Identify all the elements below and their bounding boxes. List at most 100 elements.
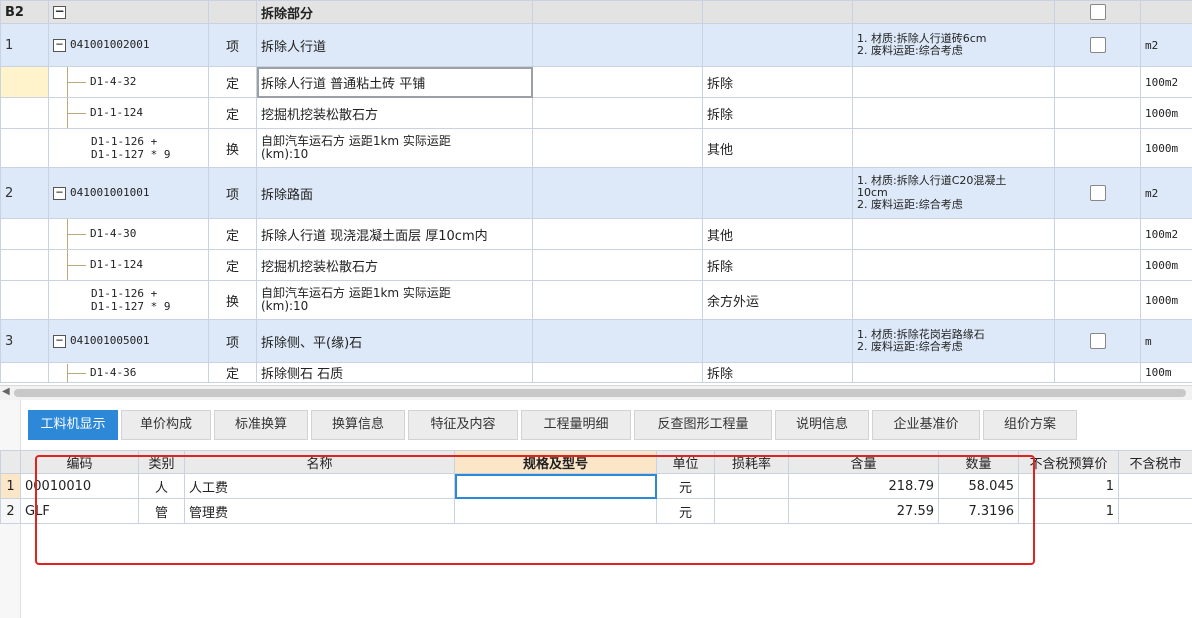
tab-quantity-detail[interactable]: 工程量明细 <box>521 410 631 440</box>
quota-unit: 100m2 <box>1140 218 1192 250</box>
tab-graphic-quantity[interactable]: 反查图形工程量 <box>634 410 772 440</box>
table-row[interactable]: 3 −041001005001 项 拆除侧、平(缘)石 1. 材质:拆除花岗岩路… <box>0 319 1192 363</box>
item-features: 1. 材质:拆除花岗岩路缘石 2. 废料运距:综合考虑 <box>852 319 1055 363</box>
item-type: 项 <box>208 23 257 67</box>
quota-name: 挖掘机挖装松散石方 <box>256 249 533 281</box>
tab-standard-conversion[interactable]: 标准换算 <box>214 410 308 440</box>
quota-unit: 100m <box>1140 362 1192 383</box>
col-name[interactable]: 名称 <box>184 450 455 474</box>
col-market-price[interactable]: 不含税市 <box>1118 450 1192 474</box>
quota-unit: 100m2 <box>1140 66 1192 98</box>
resource-budget-price[interactable]: 1 <box>1018 498 1119 524</box>
resource-category[interactable]: 人 <box>138 473 185 499</box>
tab-conversion-info[interactable]: 换算信息 <box>311 410 405 440</box>
collapse-icon[interactable]: − <box>53 38 66 52</box>
resource-name[interactable]: 人工费 <box>184 473 455 499</box>
quota-type: 定 <box>208 97 257 129</box>
item-features: 1. 材质:拆除人行道C20混凝土 10cm 2. 废料运距:综合考虑 <box>852 167 1055 219</box>
row-index: 2 <box>0 498 21 524</box>
quota-code: D1-1-124 <box>90 258 143 271</box>
checkbox[interactable] <box>1089 333 1106 349</box>
table-row[interactable]: D1-1-126 + D1-1-127 * 9 换 自卸汽车运石方 运距1km 实… <box>0 280 1192 320</box>
checkbox[interactable] <box>1089 37 1106 53</box>
resource-code[interactable]: GLF <box>20 498 139 524</box>
table-row[interactable]: D1-1-124 定 挖掘机挖装松散石方 拆除 1000m <box>0 97 1192 129</box>
section-row[interactable]: B2 − 拆除部分 <box>0 0 1192 24</box>
tab-enterprise-price[interactable]: 企业基准价 <box>872 410 980 440</box>
spec-input[interactable] <box>454 498 657 524</box>
item-type: 项 <box>208 319 257 363</box>
horizontal-scrollbar[interactable]: ◀ <box>0 385 1192 400</box>
quota-category: 拆除 <box>702 249 853 281</box>
checkbox[interactable] <box>1089 4 1106 20</box>
feature-line: 2. 废料运距:综合考虑 <box>857 44 963 57</box>
col-quantity[interactable]: 数量 <box>938 450 1019 474</box>
resource-unit[interactable]: 元 <box>656 498 715 524</box>
quota-category: 拆除 <box>702 66 853 98</box>
resource-name[interactable]: 管理费 <box>184 498 455 524</box>
resource-loss-rate[interactable] <box>714 473 789 499</box>
resource-code[interactable]: 00010010 <box>20 473 139 499</box>
table-row[interactable]: D1-1-124 定 挖掘机挖装松散石方 拆除 1000m <box>0 249 1192 281</box>
resource-market-price[interactable] <box>1118 498 1192 524</box>
col-category[interactable]: 类别 <box>138 450 185 474</box>
resource-quantity[interactable]: 7.3196 <box>938 498 1019 524</box>
col-spec[interactable]: 规格及型号 <box>454 450 657 474</box>
col-code[interactable]: 编码 <box>20 450 139 474</box>
quota-code: D1-4-36 <box>90 365 137 379</box>
quota-unit: 1000m <box>1140 249 1192 281</box>
tab-pricing-plan[interactable]: 组价方案 <box>983 410 1077 440</box>
quota-name[interactable]: 拆除人行道 普通粘土砖 平铺 <box>256 66 533 98</box>
resource-unit[interactable]: 元 <box>656 473 715 499</box>
tab-features[interactable]: 特征及内容 <box>408 410 518 440</box>
quota-name: 自卸汽车运石方 运距1km 实际运距 (km):10 <box>256 280 533 320</box>
checkbox[interactable] <box>1089 185 1106 201</box>
resource-loss-rate[interactable] <box>714 498 789 524</box>
resource-market-price[interactable] <box>1118 473 1192 499</box>
tab-labor-material[interactable]: 工料机显示 <box>28 410 118 440</box>
table-row[interactable]: 1 −041001002001 项 拆除人行道 1. 材质:拆除人行道砖6cm 2… <box>0 23 1192 67</box>
quota-type: 定 <box>208 362 257 383</box>
collapse-icon[interactable]: − <box>53 186 66 200</box>
section-id: B2 <box>5 4 24 20</box>
collapse-icon[interactable]: − <box>53 334 66 348</box>
item-unit: m2 <box>1140 23 1192 67</box>
collapse-icon[interactable]: − <box>53 5 66 19</box>
table-row[interactable]: D1-4-32 定 拆除人行道 普通粘土砖 平铺 拆除 100m2 <box>0 66 1192 98</box>
resource-budget-price[interactable]: 1 <box>1018 473 1119 499</box>
resource-content[interactable]: 27.59 <box>788 498 939 524</box>
item-name: 拆除路面 <box>256 167 533 219</box>
quota-code: D1-1-124 <box>90 106 143 119</box>
col-unit[interactable]: 单位 <box>656 450 715 474</box>
col-content[interactable]: 含量 <box>788 450 939 474</box>
tab-unit-price[interactable]: 单价构成 <box>121 410 211 440</box>
quota-unit: 1000m <box>1140 280 1192 320</box>
quota-code: D1-4-30 <box>90 227 137 240</box>
section-name: 拆除部分 <box>256 0 533 24</box>
table-row[interactable]: D1-1-126 + D1-1-127 * 9 换 自卸汽车运石方 运距1km 实… <box>0 128 1192 168</box>
quota-name: 拆除侧石 石质 <box>256 362 533 383</box>
table-row[interactable]: D1-4-30 定 拆除人行道 现浇混凝土面层 厚10cm内 其他 100m2 <box>0 218 1192 250</box>
table-row[interactable]: 2 GLF 管 管理费 元 27.59 7.3196 1 <box>0 498 1192 524</box>
col-loss-rate[interactable]: 损耗率 <box>714 450 789 474</box>
scroll-left-icon[interactable]: ◀ <box>2 386 10 397</box>
table-row[interactable]: 1 00010010 人 人工费 元 218.79 58.045 1 <box>0 473 1192 499</box>
resource-category[interactable]: 管 <box>138 498 185 524</box>
col-budget-price[interactable]: 不含税预算价 <box>1018 450 1119 474</box>
quota-type: 定 <box>208 218 257 250</box>
resource-content[interactable]: 218.79 <box>788 473 939 499</box>
tree-line <box>67 67 90 97</box>
spec-input[interactable] <box>454 473 657 499</box>
tree-line <box>67 250 90 280</box>
table-row[interactable]: D1-4-36 定 拆除侧石 石质 拆除 100m <box>0 362 1192 383</box>
row-number: 2 <box>0 167 49 219</box>
header-row: 编码 类别 名称 规格及型号 单位 损耗率 含量 数量 不含税预算价 不含税市 <box>0 450 1192 474</box>
scrollbar-thumb[interactable] <box>14 389 1186 397</box>
tab-description[interactable]: 说明信息 <box>775 410 869 440</box>
item-unit: m <box>1140 319 1192 363</box>
quota-type: 换 <box>208 128 257 168</box>
item-features: 1. 材质:拆除人行道砖6cm 2. 废料运距:综合考虑 <box>852 23 1055 67</box>
table-row[interactable]: 2 −041001001001 项 拆除路面 1. 材质:拆除人行道C20混凝土… <box>0 167 1192 219</box>
quota-code: D1-4-32 <box>90 75 137 88</box>
resource-quantity[interactable]: 58.045 <box>938 473 1019 499</box>
